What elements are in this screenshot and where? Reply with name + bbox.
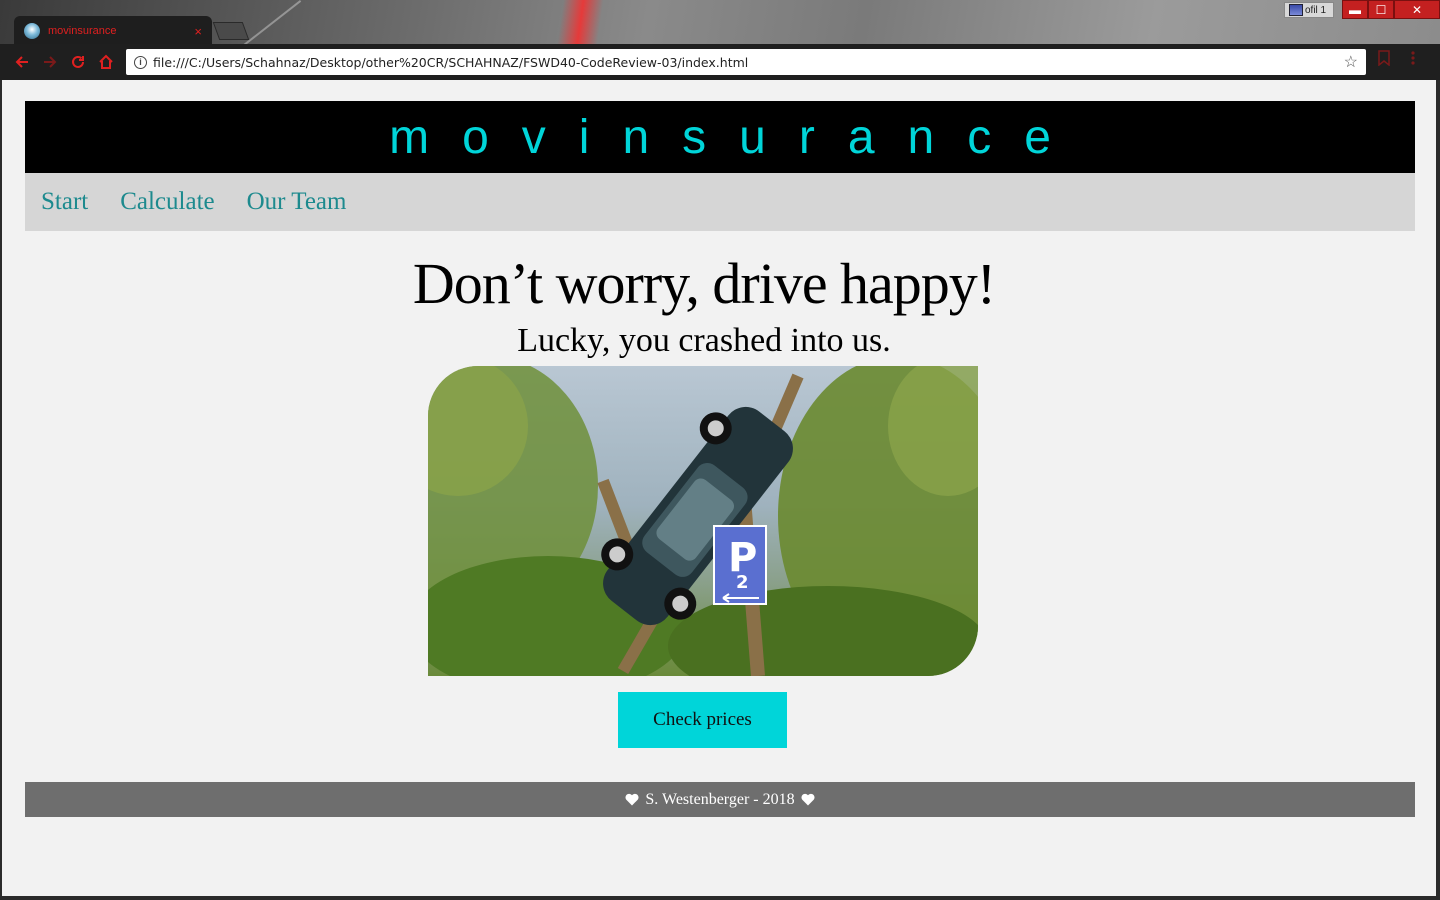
minimize-button[interactable]: ▬ bbox=[1342, 0, 1368, 19]
site-header: movinsurance bbox=[25, 101, 1415, 173]
back-arrow-icon[interactable] bbox=[8, 48, 36, 76]
profile-label: ofil 1 bbox=[1305, 4, 1327, 16]
hero-illustration: P 2 bbox=[428, 366, 978, 676]
site-footer: S. Westenberger - 2018 bbox=[25, 782, 1415, 817]
tab-close-icon[interactable]: × bbox=[194, 24, 202, 39]
check-prices-button[interactable]: Check prices bbox=[618, 692, 787, 748]
close-window-button[interactable]: ✕ bbox=[1394, 0, 1440, 19]
toolbar-extensions bbox=[1378, 50, 1416, 71]
hero-title: Don’t worry, drive happy! bbox=[412, 251, 996, 316]
window-titlebar: movinsurance × ofil 1 ▬ ☐ ✕ bbox=[0, 0, 1440, 44]
bookmark-icon[interactable] bbox=[1378, 50, 1390, 71]
main-nav: Start Calculate Our Team bbox=[25, 173, 1415, 231]
nav-link-our-team[interactable]: Our Team bbox=[247, 188, 347, 216]
window-controls: ▬ ☐ ✕ bbox=[1342, 0, 1440, 19]
hero-image-car-in-tree: P 2 bbox=[428, 366, 978, 676]
page-viewport: movinsurance Start Calculate Our Team Do… bbox=[2, 80, 1436, 896]
tab-title: movinsurance bbox=[48, 25, 117, 37]
url-text[interactable]: file:///C:/Users/Schahnaz/Desktop/other%… bbox=[153, 55, 1344, 70]
wallpaper-streak bbox=[555, 0, 605, 44]
browser-tab[interactable]: movinsurance × bbox=[14, 16, 212, 44]
site-info-icon[interactable]: i bbox=[134, 55, 147, 69]
footer-credit: S. Westenberger - 2018 bbox=[645, 790, 795, 808]
heart-icon bbox=[625, 793, 639, 806]
maximize-button[interactable]: ☐ bbox=[1368, 0, 1394, 19]
nav-link-calculate[interactable]: Calculate bbox=[120, 188, 214, 216]
parking-sign-number: 2 bbox=[736, 572, 749, 593]
new-tab-button[interactable] bbox=[212, 22, 250, 40]
profile-button[interactable]: ofil 1 bbox=[1284, 2, 1334, 18]
heart-icon bbox=[801, 793, 815, 806]
hero-subtitle: Lucky, you crashed into us. bbox=[517, 322, 891, 359]
site-brand: movinsurance bbox=[389, 110, 1084, 164]
bookmark-star-icon[interactable]: ☆ bbox=[1344, 52, 1358, 72]
home-icon[interactable] bbox=[92, 48, 120, 76]
browser-toolbar: i file:///C:/Users/Schahnaz/Desktop/othe… bbox=[0, 44, 1440, 80]
profile-avatar-icon bbox=[1289, 4, 1303, 16]
reload-icon[interactable] bbox=[64, 48, 92, 76]
address-bar[interactable]: i file:///C:/Users/Schahnaz/Desktop/othe… bbox=[126, 49, 1366, 75]
nav-link-start[interactable]: Start bbox=[41, 188, 88, 216]
favicon-icon bbox=[24, 23, 40, 39]
kebab-menu-icon[interactable] bbox=[1410, 50, 1416, 71]
forward-arrow-icon[interactable] bbox=[36, 48, 64, 76]
